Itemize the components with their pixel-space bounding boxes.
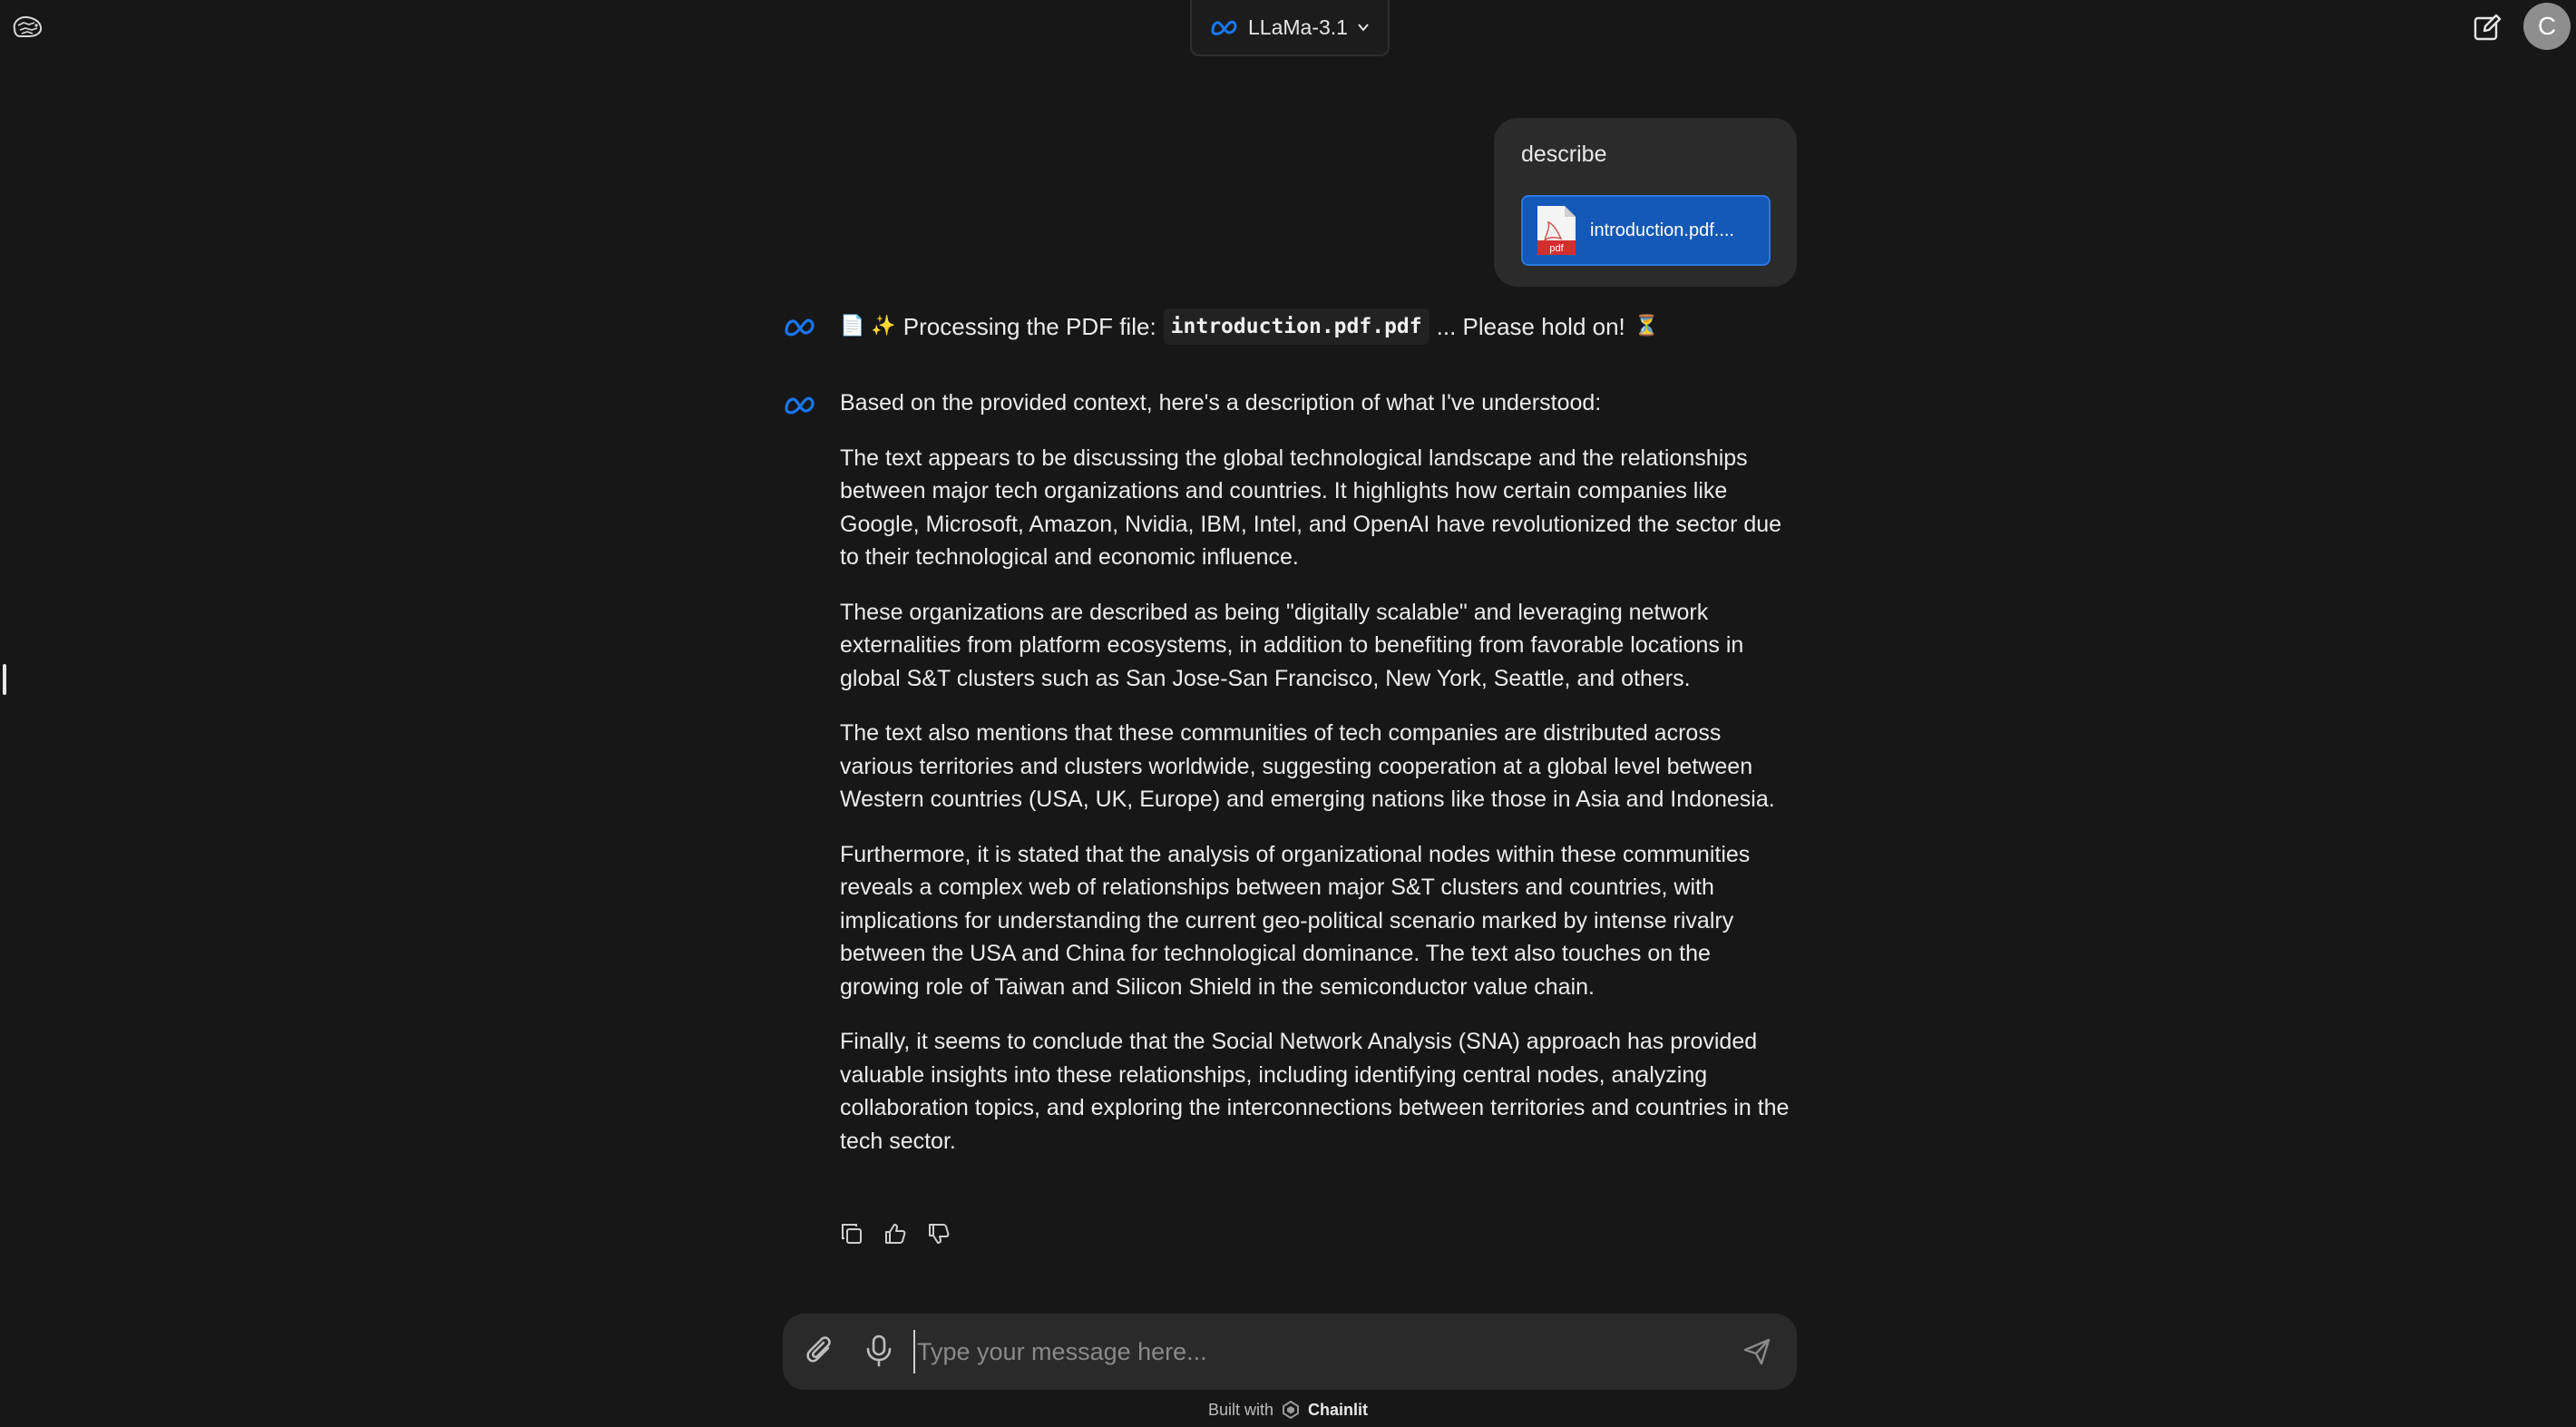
response-paragraph: Finally, it seems to conclude that the S… bbox=[840, 1029, 1790, 1154]
processing-emojis: 📄 ✨ bbox=[840, 315, 896, 337]
footer-brand-link[interactable]: Chainlit bbox=[1308, 1401, 1368, 1420]
processing-suffix: ... Please hold on! bbox=[1436, 313, 1625, 340]
message-input[interactable] bbox=[913, 1330, 1712, 1373]
chevron-down-icon bbox=[1358, 24, 1369, 32]
assistant-response: Based on the provided context, here's a … bbox=[840, 386, 1792, 1179]
send-icon[interactable] bbox=[1742, 1337, 1771, 1366]
message-composer bbox=[783, 1314, 1797, 1390]
response-paragraph: The text appears to be discussing the gl… bbox=[840, 445, 1782, 571]
edit-icon[interactable] bbox=[2473, 14, 2502, 43]
user-message-bubble: describe pdf introduction.pdf.... bbox=[1494, 118, 1797, 287]
copy-icon[interactable] bbox=[840, 1222, 864, 1246]
user-message-text: describe bbox=[1521, 142, 1607, 167]
assistant-meta-icon bbox=[785, 318, 815, 337]
chainlit-icon bbox=[1283, 1400, 1300, 1420]
thumbs-up-icon[interactable] bbox=[883, 1222, 907, 1246]
attachment-file-name: introduction.pdf.... bbox=[1590, 220, 1734, 240]
model-selector[interactable]: LLaMa-3.1 bbox=[1190, 0, 1390, 56]
hourglass-icon: ⏳ bbox=[1634, 315, 1660, 337]
paperclip-icon[interactable] bbox=[805, 1335, 837, 1368]
message-actions bbox=[840, 1222, 951, 1246]
thumbs-down-icon[interactable] bbox=[927, 1222, 951, 1246]
pdf-attachment[interactable]: pdf introduction.pdf.... bbox=[1521, 195, 1771, 266]
response-paragraph: These organizations are described as bei… bbox=[840, 599, 1744, 691]
app-logo-icon[interactable] bbox=[9, 13, 45, 42]
sidebar-handle[interactable] bbox=[3, 664, 6, 695]
processing-file-code: introduction.pdf.pdf bbox=[1163, 308, 1429, 345]
footer-prefix: Built with bbox=[1207, 1400, 1274, 1419]
response-paragraph: Furthermore, it is stated that the analy… bbox=[840, 841, 1751, 1000]
meta-icon bbox=[1211, 20, 1237, 35]
processing-prefix: Processing the PDF file: bbox=[903, 313, 1156, 340]
response-paragraph: The text also mentions that these commun… bbox=[840, 720, 1775, 812]
assistant-meta-icon bbox=[785, 396, 815, 415]
microphone-icon[interactable] bbox=[863, 1334, 895, 1368]
user-avatar[interactable]: C bbox=[2523, 3, 2571, 50]
pdf-file-icon: pdf bbox=[1537, 206, 1576, 255]
processing-message: 📄 ✨ Processing the PDF file: introductio… bbox=[840, 308, 1666, 345]
response-intro: Based on the provided context, here's a … bbox=[840, 390, 1602, 415]
pdf-type-label: pdf bbox=[1549, 243, 1564, 254]
footer: Built with Chainlit bbox=[0, 1400, 2576, 1420]
model-name: LLaMa-3.1 bbox=[1248, 15, 1348, 39]
